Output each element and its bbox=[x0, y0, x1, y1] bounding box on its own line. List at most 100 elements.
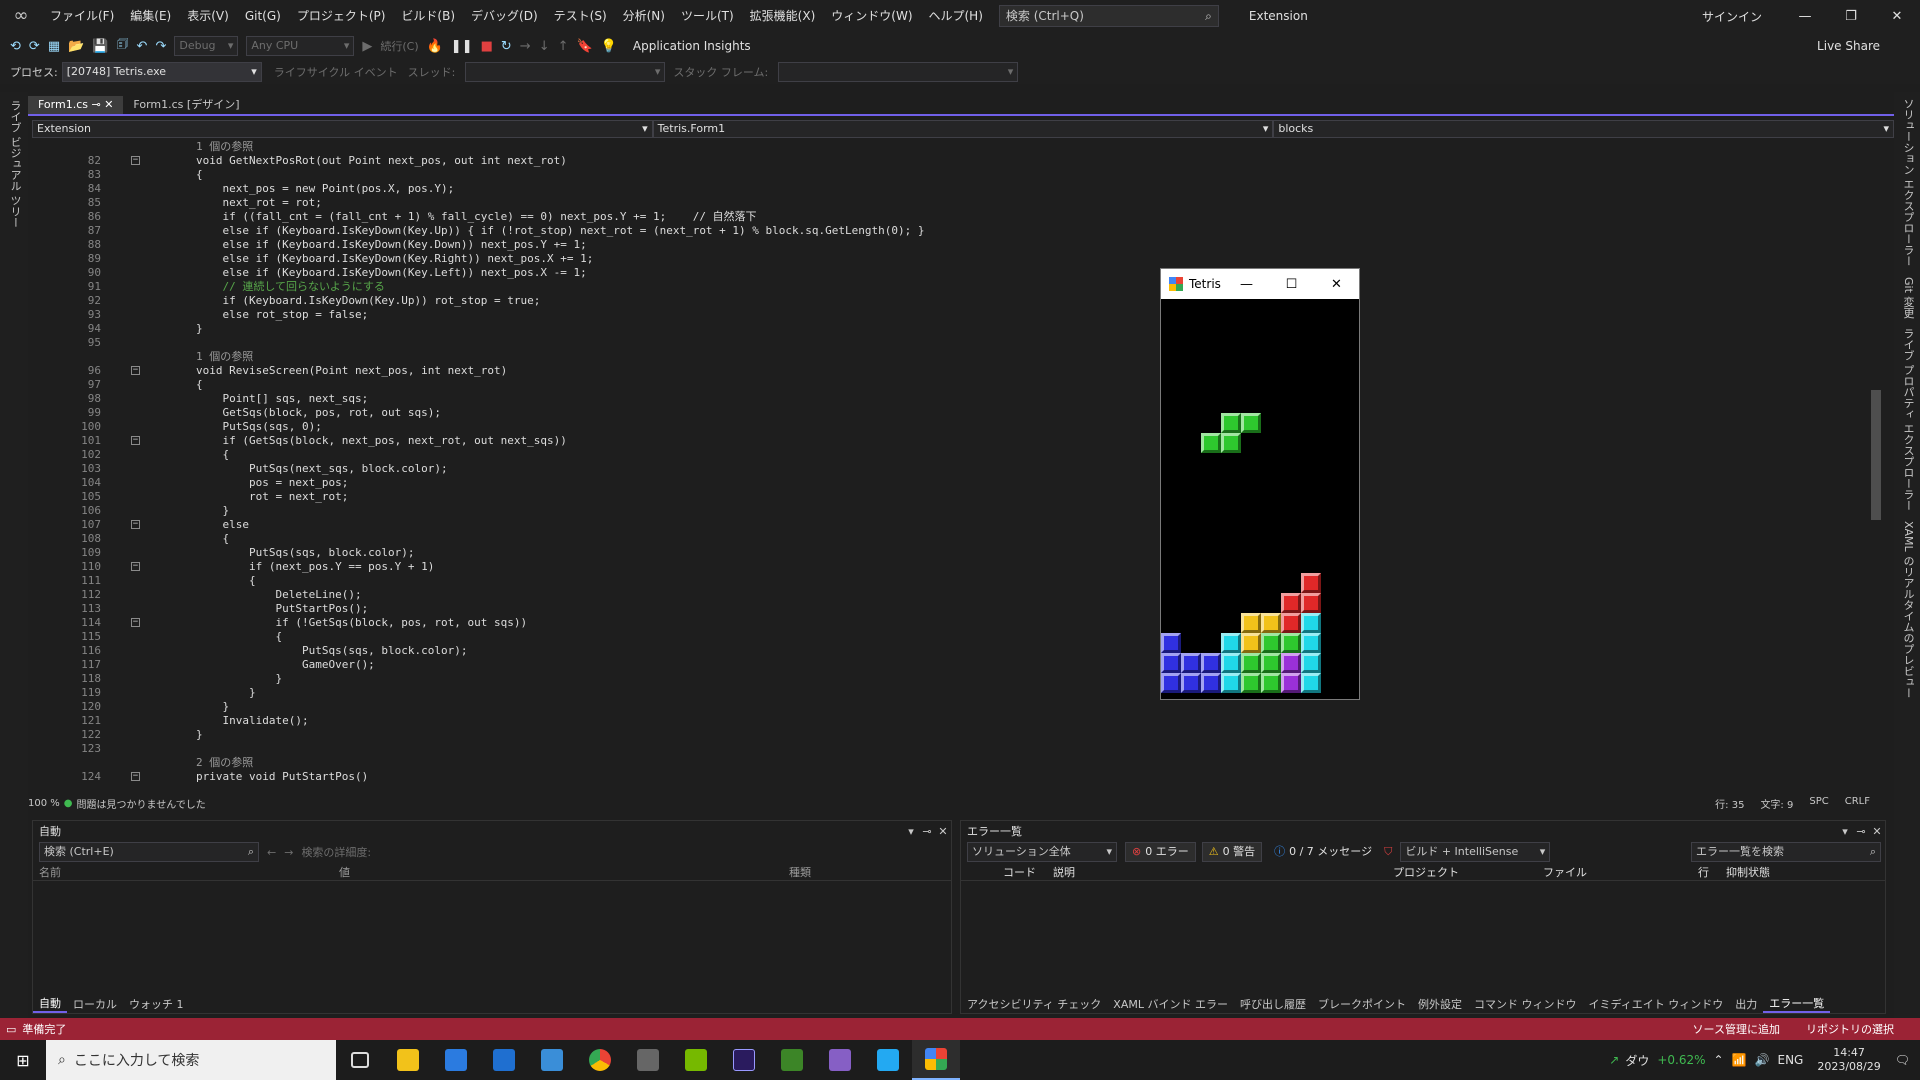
menu-analyze[interactable]: 分析(N) bbox=[615, 0, 673, 32]
code-line[interactable]: 99 GetSqs(block, pos, rot, out sqs); bbox=[28, 406, 1886, 420]
column-suppression[interactable]: 抑制状態 bbox=[1720, 864, 1770, 880]
code-line[interactable]: 113 PutStartPos(); bbox=[28, 602, 1886, 616]
menu-help[interactable]: ヘルプ(H) bbox=[921, 0, 991, 32]
class-dropdown[interactable]: Tetris.Form1 ▾ bbox=[652, 120, 1274, 138]
pin-icon[interactable]: ⊸ bbox=[1853, 825, 1869, 838]
code-line[interactable]: 106 } bbox=[28, 504, 1886, 518]
menu-extensions[interactable]: 拡張機能(X) bbox=[742, 0, 824, 32]
code-line[interactable]: 94} bbox=[28, 322, 1886, 336]
visual-studio-icon[interactable] bbox=[816, 1040, 864, 1080]
thread-select[interactable]: ▾ bbox=[465, 62, 666, 82]
issues-status[interactable]: 問題は見つかりませんでした bbox=[77, 796, 206, 811]
code-line[interactable]: 104 pos = next_pos; bbox=[28, 476, 1886, 490]
menu-debug[interactable]: デバッグ(D) bbox=[463, 0, 546, 32]
code-line[interactable]: 2 個の参照 bbox=[28, 756, 1886, 770]
collapse-icon[interactable]: − bbox=[131, 772, 140, 781]
tab-error-list[interactable]: エラー一覧 bbox=[1763, 995, 1831, 1013]
code-line[interactable]: 115 { bbox=[28, 630, 1886, 644]
menu-tools[interactable]: ツール(T) bbox=[673, 0, 742, 32]
live-share-button[interactable]: Live Share bbox=[1817, 39, 1880, 53]
nvidia-icon[interactable] bbox=[672, 1040, 720, 1080]
code-line[interactable]: 118 } bbox=[28, 672, 1886, 686]
build-filter-select[interactable]: ビルド + IntelliSense ▾ bbox=[1400, 842, 1551, 862]
global-search-input[interactable]: 検索 (Ctrl+Q) ⌕ bbox=[998, 5, 1219, 27]
menu-window[interactable]: ウィンドウ(W) bbox=[823, 0, 920, 32]
menu-build[interactable]: ビルド(B) bbox=[393, 0, 463, 32]
code-line[interactable]: 114 − if (!GetSqs(block, pos, rot, out sq… bbox=[28, 616, 1886, 630]
code-line[interactable]: 124 − private void PutStartPos() bbox=[28, 770, 1886, 784]
menu-file[interactable]: ファイル(F) bbox=[42, 0, 122, 32]
code-line[interactable]: 100 PutSqs(sqs, 0); bbox=[28, 420, 1886, 434]
code-line[interactable]: 109 PutSqs(sqs, block.color); bbox=[28, 546, 1886, 560]
code-line[interactable]: 87 else if (Keyboard.IsKeyDown(Key.Up)) … bbox=[28, 224, 1886, 238]
code-line[interactable]: 89 else if (Keyboard.IsKeyDown(Key.Right… bbox=[28, 252, 1886, 266]
errors-filter-button[interactable]: ⊗ 0 エラー bbox=[1125, 842, 1196, 862]
code-line[interactable]: 1 個の参照 bbox=[28, 140, 1886, 154]
wifi-icon[interactable]: 📶 bbox=[1732, 1053, 1747, 1067]
project-dropdown[interactable]: Extension ▾ bbox=[32, 120, 653, 138]
step-out-icon[interactable]: ↑ bbox=[558, 39, 569, 54]
process-select[interactable]: [20748] Tetris.exe ▾ bbox=[61, 62, 262, 82]
zoom-level[interactable]: 100 % bbox=[28, 798, 60, 809]
collapse-icon[interactable]: − bbox=[131, 366, 140, 375]
member-dropdown[interactable]: blocks ▾ bbox=[1273, 120, 1895, 138]
live-property-explorer-tab[interactable]: ライブ プロパティ エクスプローラー bbox=[1900, 328, 1916, 511]
code-line[interactable]: 98 Point[] sqs, next_sqs; bbox=[28, 392, 1886, 406]
clock[interactable]: 14:47 2023/08/29 bbox=[1817, 1046, 1880, 1074]
code-line[interactable]: 102 { bbox=[28, 448, 1886, 462]
notification-icon[interactable]: 🗨 bbox=[1895, 1053, 1910, 1067]
tab-autos[interactable]: 自動 bbox=[33, 995, 67, 1013]
play-icon[interactable]: ▶ bbox=[362, 39, 372, 54]
code-line[interactable]: 85 next_rot = rot; bbox=[28, 196, 1886, 210]
live-visual-tree-tab[interactable]: ライブ ビジュアル ツリー bbox=[7, 100, 23, 228]
code-line[interactable]: 86 if ((fall_cnt = (fall_cnt + 1) % fall… bbox=[28, 210, 1886, 224]
column-line[interactable]: 行 bbox=[1692, 864, 1720, 880]
indent-mode[interactable]: SPC bbox=[1809, 796, 1828, 811]
chevron-down-icon[interactable]: ▾ bbox=[1837, 825, 1853, 838]
file-explorer-icon[interactable] bbox=[384, 1040, 432, 1080]
code-line[interactable]: 92 if (Keyboard.IsKeyDown(Key.Up)) rot_s… bbox=[28, 294, 1886, 308]
code-line[interactable]: 119 } bbox=[28, 686, 1886, 700]
column-value[interactable]: 値 bbox=[333, 864, 783, 880]
code-line[interactable]: 107 − else bbox=[28, 518, 1886, 532]
chrome-icon[interactable] bbox=[576, 1040, 624, 1080]
column-type[interactable]: 種類 bbox=[783, 864, 811, 880]
redo-icon[interactable]: ↷ bbox=[155, 39, 166, 54]
back-icon[interactable]: ⟲ bbox=[10, 39, 21, 54]
code-line[interactable]: 93 else rot_stop = false; bbox=[28, 308, 1886, 322]
visual-studio-logo-icon[interactable]: ∞ bbox=[10, 5, 32, 27]
menu-project[interactable]: プロジェクト(P) bbox=[289, 0, 394, 32]
windows-start-icon[interactable]: ⊞ bbox=[0, 1051, 46, 1070]
code-line[interactable]: 82 − void GetNextPosRot(out Point next_pos… bbox=[28, 154, 1886, 168]
save-icon[interactable]: 💾 bbox=[92, 39, 108, 54]
tetris-titlebar[interactable]: Tetris — ☐ ✕ bbox=[1161, 269, 1359, 299]
code-line[interactable]: 108 { bbox=[28, 532, 1886, 546]
collapse-icon[interactable]: − bbox=[131, 156, 140, 165]
autos-search-input[interactable]: 検索 (Ctrl+E) ⌕ bbox=[39, 842, 259, 862]
menu-git[interactable]: Git(G) bbox=[237, 0, 289, 32]
pause-icon[interactable]: ❚❚ bbox=[451, 39, 473, 54]
tab-form1-design[interactable]: Form1.cs [デザイン] bbox=[123, 96, 249, 114]
maximize-icon[interactable]: ☐ bbox=[1269, 277, 1314, 292]
close-icon[interactable]: ✕ bbox=[935, 825, 951, 838]
select-repository-button[interactable]: リポジトリの選択 bbox=[1806, 1021, 1894, 1037]
close-icon[interactable]: ✕ bbox=[104, 98, 113, 111]
close-icon[interactable]: ✕ bbox=[1869, 825, 1885, 838]
code-editor[interactable]: 1 個の参照 82 − void GetNextPosRot(out Point ne… bbox=[28, 140, 1886, 794]
code-line[interactable]: 97 { bbox=[28, 378, 1886, 392]
code-line[interactable]: 101 − if (GetSqs(block, next_pos, next_ro… bbox=[28, 434, 1886, 448]
lightbulb-icon[interactable]: 💡 bbox=[601, 39, 617, 54]
step-into-icon[interactable]: ↓ bbox=[539, 39, 550, 54]
forward-arrow-icon[interactable]: → bbox=[284, 846, 293, 859]
save-all-icon[interactable]: 🗊 bbox=[116, 35, 128, 57]
tab-call-stack[interactable]: 呼び出し履歴 bbox=[1234, 996, 1312, 1012]
code-line[interactable]: 88 else if (Keyboard.IsKeyDown(Key.Down)… bbox=[28, 238, 1886, 252]
tab-breakpoints[interactable]: ブレークポイント bbox=[1312, 996, 1412, 1012]
new-project-icon[interactable]: ▦ bbox=[48, 39, 60, 54]
stock-name[interactable]: ダウ bbox=[1625, 1052, 1649, 1069]
code-line[interactable]: 91 // 連続して回らないようにする bbox=[28, 280, 1886, 294]
code-line[interactable]: 122} bbox=[28, 728, 1886, 742]
microsoft-store-icon[interactable] bbox=[432, 1040, 480, 1080]
mail-icon[interactable] bbox=[480, 1040, 528, 1080]
minimize-icon[interactable]: — bbox=[1782, 9, 1828, 24]
